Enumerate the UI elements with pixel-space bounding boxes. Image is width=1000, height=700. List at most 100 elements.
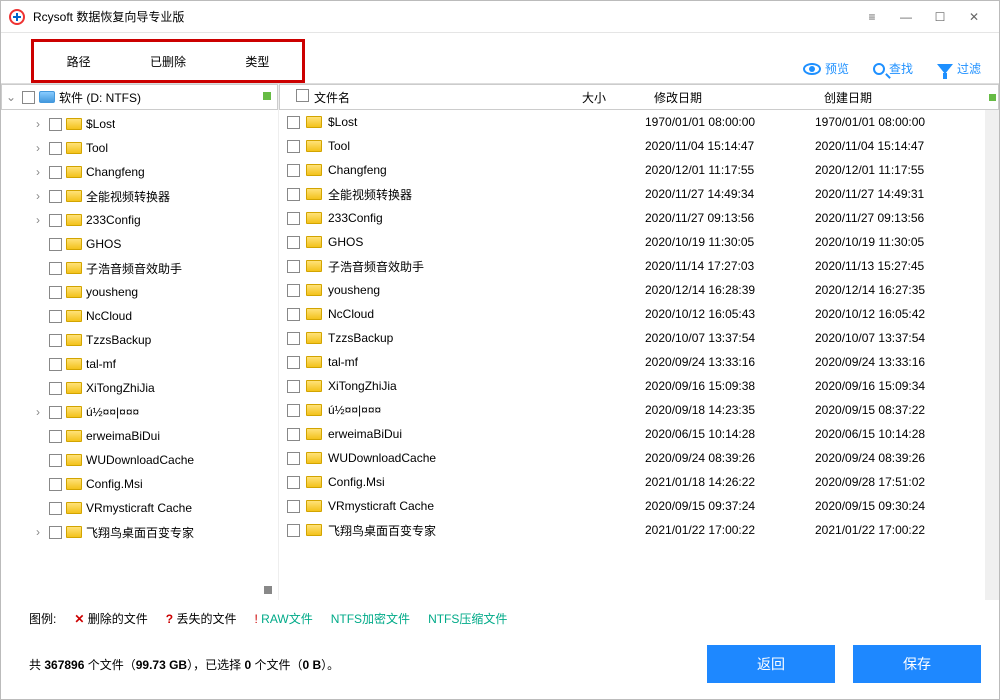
tree-item[interactable]: TzzsBackup <box>1 328 278 352</box>
row-checkbox[interactable] <box>287 452 300 465</box>
row-checkbox[interactable] <box>287 260 300 273</box>
tree-item[interactable]: 子浩音频音效助手 <box>1 256 278 280</box>
tree-expander[interactable]: › <box>31 165 45 179</box>
tree-expander[interactable]: › <box>31 525 45 539</box>
tree-item[interactable]: yousheng <box>1 280 278 304</box>
tree-item[interactable]: ›$Lost <box>1 112 278 136</box>
tree-checkbox[interactable] <box>49 262 62 275</box>
tree-checkbox[interactable] <box>49 142 62 155</box>
tree-checkbox[interactable] <box>49 334 62 347</box>
row-checkbox[interactable] <box>287 188 300 201</box>
row-checkbox[interactable] <box>287 500 300 513</box>
table-row[interactable]: erweimaBiDui2020/06/15 10:14:282020/06/1… <box>279 422 985 446</box>
minimize-button[interactable]: — <box>889 3 923 31</box>
table-row[interactable]: GHOS2020/10/19 11:30:052020/10/19 11:30:… <box>279 230 985 254</box>
table-row[interactable]: 飞翔鸟桌面百变专家2021/01/22 17:00:222021/01/22 1… <box>279 518 985 542</box>
tree-item[interactable]: GHOS <box>1 232 278 256</box>
row-checkbox[interactable] <box>287 116 300 129</box>
tree-checkbox[interactable] <box>49 526 62 539</box>
tree-expander[interactable]: › <box>31 189 45 203</box>
row-checkbox[interactable] <box>287 356 300 369</box>
row-checkbox[interactable] <box>287 236 300 249</box>
tree-root-checkbox[interactable] <box>22 91 35 104</box>
column-created[interactable]: 创建日期 <box>816 89 986 106</box>
row-checkbox[interactable] <box>287 164 300 177</box>
tab-path[interactable]: 路径 <box>34 45 123 78</box>
tree-item[interactable]: tal-mf <box>1 352 278 376</box>
search-button[interactable]: 查找 <box>873 60 913 77</box>
row-checkbox[interactable] <box>287 140 300 153</box>
preview-button[interactable]: 预览 <box>803 60 849 77</box>
tree-expander[interactable]: › <box>31 405 45 419</box>
row-checkbox[interactable] <box>287 284 300 297</box>
tree-item[interactable]: Config.Msi <box>1 472 278 496</box>
tab-deleted[interactable]: 已删除 <box>123 45 212 78</box>
tree-expander[interactable]: › <box>31 213 45 227</box>
tree-checkbox[interactable] <box>49 478 62 491</box>
tree-item[interactable]: ›飞翔鸟桌面百变专家 <box>1 520 278 544</box>
tree-checkbox[interactable] <box>49 310 62 323</box>
column-size[interactable]: 大小 <box>574 89 646 106</box>
tree-checkbox[interactable] <box>49 166 62 179</box>
column-modified[interactable]: 修改日期 <box>646 89 816 106</box>
row-checkbox[interactable] <box>287 524 300 537</box>
table-row[interactable]: 全能视频转换器2020/11/27 14:49:342020/11/27 14:… <box>279 182 985 206</box>
tree-item[interactable]: ›Changfeng <box>1 160 278 184</box>
table-row[interactable]: ú½¤¤|¤¤¤2020/09/18 14:23:352020/09/15 08… <box>279 398 985 422</box>
table-row[interactable]: NcCloud2020/10/12 16:05:432020/10/12 16:… <box>279 302 985 326</box>
close-button[interactable]: ✕ <box>957 3 991 31</box>
save-button[interactable]: 保存 <box>853 645 981 683</box>
table-row[interactable]: Changfeng2020/12/01 11:17:552020/12/01 1… <box>279 158 985 182</box>
maximize-button[interactable]: ☐ <box>923 3 957 31</box>
filter-button[interactable]: 过滤 <box>937 60 981 77</box>
row-checkbox[interactable] <box>287 428 300 441</box>
table-row[interactable]: VRmysticraft Cache2020/09/15 09:37:24202… <box>279 494 985 518</box>
tree-expander[interactable]: › <box>31 117 45 131</box>
tree-item[interactable]: erweimaBiDui <box>1 424 278 448</box>
table-row[interactable]: tal-mf2020/09/24 13:33:162020/09/24 13:3… <box>279 350 985 374</box>
table-row[interactable]: 233Config2020/11/27 09:13:562020/11/27 0… <box>279 206 985 230</box>
tree-expander[interactable]: › <box>31 141 45 155</box>
tree-item[interactable]: ›ú½¤¤|¤¤¤ <box>1 400 278 424</box>
table-row[interactable]: Config.Msi2021/01/18 14:26:222020/09/28 … <box>279 470 985 494</box>
tree-checkbox[interactable] <box>49 358 62 371</box>
table-row[interactable]: 子浩音频音效助手2020/11/14 17:27:032020/11/13 15… <box>279 254 985 278</box>
row-checkbox[interactable] <box>287 332 300 345</box>
table-row[interactable]: $Lost1970/01/01 08:00:001970/01/01 08:00… <box>279 110 985 134</box>
column-name[interactable]: 文件名 <box>306 89 574 106</box>
tree-checkbox[interactable] <box>49 382 62 395</box>
tree-item[interactable]: WUDownloadCache <box>1 448 278 472</box>
tree-item[interactable]: ›全能视频转换器 <box>1 184 278 208</box>
tree-checkbox[interactable] <box>49 238 62 251</box>
tree-root-row[interactable]: ⌄ 软件 (D: NTFS) <box>1 84 278 110</box>
tree-checkbox[interactable] <box>49 118 62 131</box>
tree-scroll-indicator[interactable] <box>1 582 278 600</box>
tree-checkbox[interactable] <box>49 502 62 515</box>
table-row[interactable]: WUDownloadCache2020/09/24 08:39:262020/0… <box>279 446 985 470</box>
row-checkbox[interactable] <box>287 380 300 393</box>
tree-item[interactable]: VRmysticraft Cache <box>1 496 278 520</box>
tree-item[interactable]: NcCloud <box>1 304 278 328</box>
tree-item[interactable]: ›Tool <box>1 136 278 160</box>
tree-checkbox[interactable] <box>49 430 62 443</box>
row-checkbox[interactable] <box>287 308 300 321</box>
table-row[interactable]: Tool2020/11/04 15:14:472020/11/04 15:14:… <box>279 134 985 158</box>
row-checkbox[interactable] <box>287 212 300 225</box>
row-checkbox[interactable] <box>287 404 300 417</box>
tree-item[interactable]: ›233Config <box>1 208 278 232</box>
table-row[interactable]: TzzsBackup2020/10/07 13:37:542020/10/07 … <box>279 326 985 350</box>
tree-root-expander[interactable]: ⌄ <box>6 90 18 104</box>
tab-type[interactable]: 类型 <box>213 45 302 78</box>
table-row[interactable]: yousheng2020/12/14 16:28:392020/12/14 16… <box>279 278 985 302</box>
row-checkbox[interactable] <box>287 476 300 489</box>
column-options[interactable] <box>986 94 998 101</box>
tree-checkbox[interactable] <box>49 406 62 419</box>
tree-checkbox[interactable] <box>49 286 62 299</box>
menu-button[interactable]: ≡ <box>855 3 889 31</box>
tree-item[interactable]: XiTongZhiJia <box>1 376 278 400</box>
tree-checkbox[interactable] <box>49 190 62 203</box>
tree-checkbox[interactable] <box>49 214 62 227</box>
back-button[interactable]: 返回 <box>707 645 835 683</box>
tree-checkbox[interactable] <box>49 454 62 467</box>
table-row[interactable]: XiTongZhiJia2020/09/16 15:09:382020/09/1… <box>279 374 985 398</box>
